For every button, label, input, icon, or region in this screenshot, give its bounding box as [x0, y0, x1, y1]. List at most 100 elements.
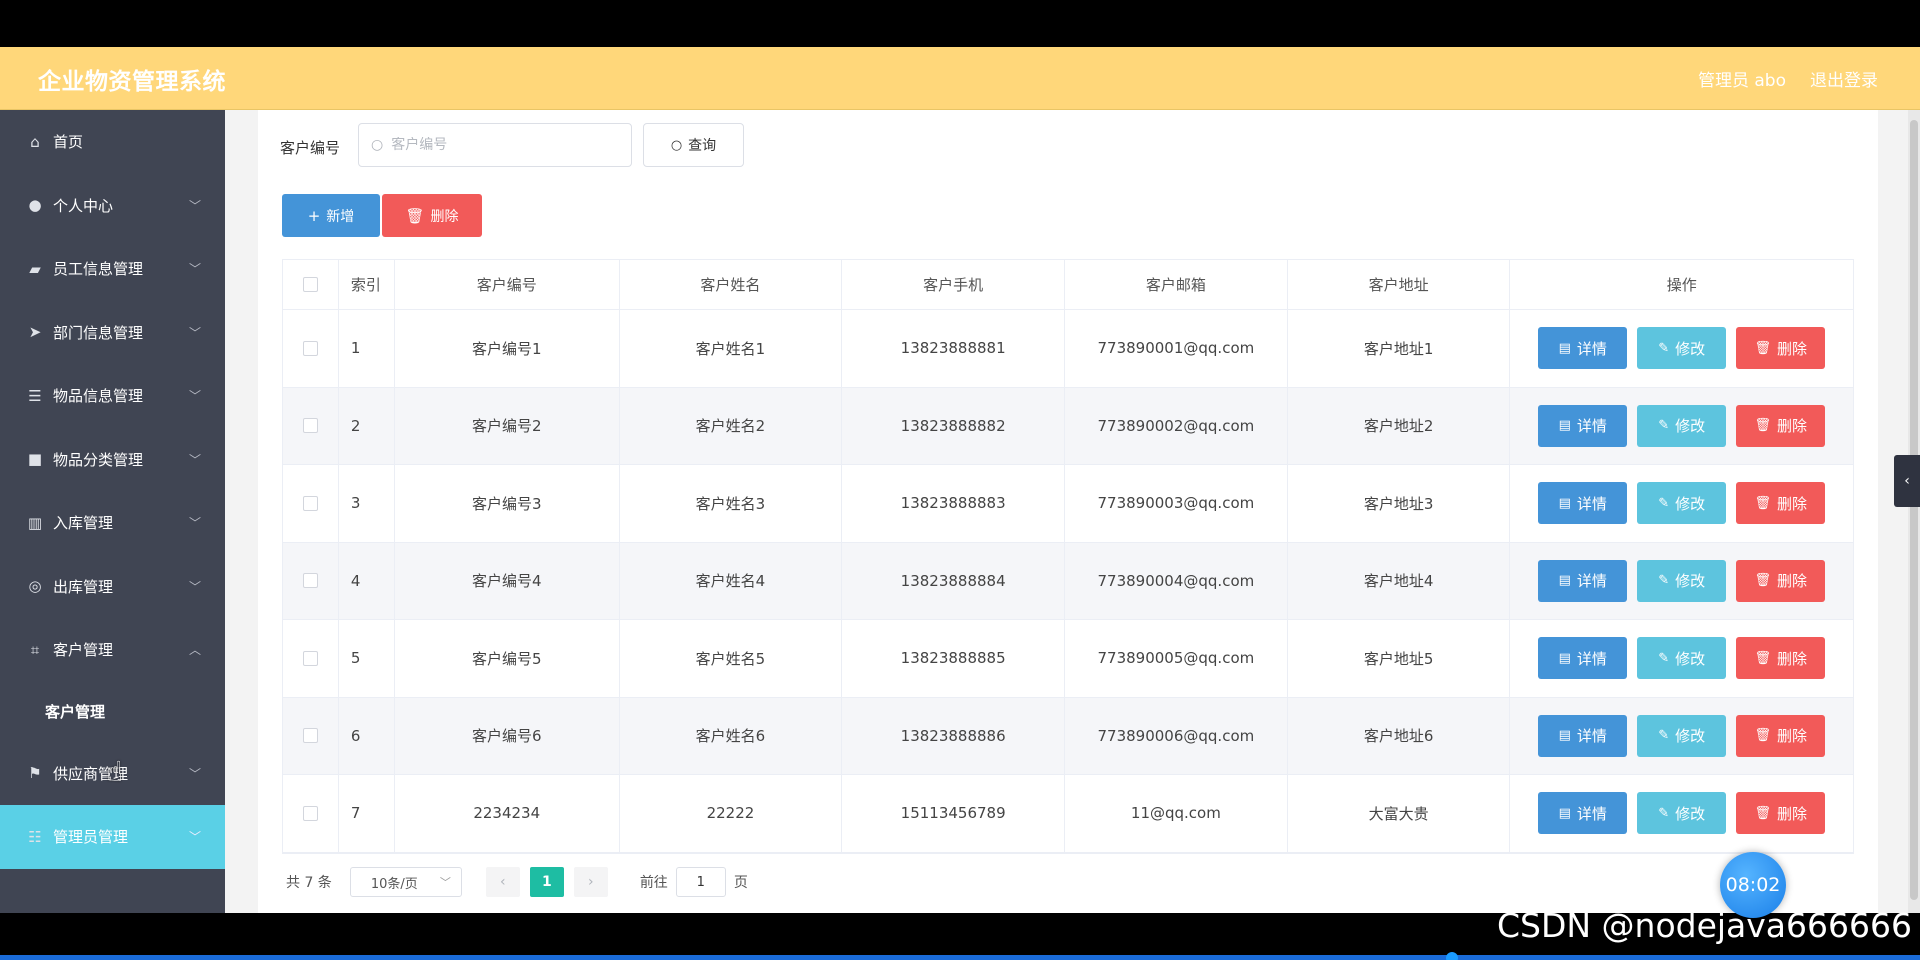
row-checkbox[interactable]: [302, 573, 318, 589]
delete-row-button-label: 删除: [1776, 339, 1807, 358]
sidebar-item-department[interactable]: ➤ 部门信息管理 ﹀: [0, 301, 225, 365]
sidebar-item-stock-in[interactable]: ▥ 入库管理 ﹀: [0, 491, 225, 555]
header-select-all[interactable]: [283, 260, 339, 309]
delete-row-button[interactable]: 🗑 删除: [1736, 327, 1826, 370]
next-page-button[interactable]: ›: [573, 867, 608, 897]
cell-customer-phone: 15113456789: [842, 775, 1066, 852]
main-content: 客户编号 ○ ○ 查询 + 新增 🗑 删除 索引 客户编号: [258, 110, 1878, 913]
edit-button[interactable]: ✎ 修改: [1637, 482, 1727, 525]
page-size-select[interactable]: 10条/页 ﹀: [349, 867, 462, 897]
scrollbar-thumb[interactable]: [1910, 120, 1918, 900]
table-row: 6 客户编号6 客户姓名6 13823888886 773890006@qq.com 客户…: [283, 697, 1853, 775]
goto-page-input[interactable]: [675, 867, 726, 897]
cell-customer-phone: 13823888883: [842, 465, 1066, 542]
sidebar-item-label: 出库管理: [53, 577, 114, 596]
submenu-item-customer[interactable]: 客户管理: [0, 682, 225, 742]
progress-knob[interactable]: [1446, 952, 1458, 960]
detail-button[interactable]: ▤ 详情: [1538, 404, 1628, 447]
page-number-button[interactable]: 1: [529, 867, 564, 897]
detail-button[interactable]: ▤ 详情: [1538, 792, 1628, 835]
detail-button[interactable]: ▤ 详情: [1538, 559, 1628, 602]
search-icon: ○: [670, 137, 683, 153]
column-header: 索引: [339, 260, 395, 309]
edit-button[interactable]: ✎ 修改: [1637, 714, 1727, 757]
edit-button[interactable]: ✎ 修改: [1637, 637, 1727, 680]
row-checkbox[interactable]: [302, 340, 318, 356]
detail-button[interactable]: ▤ 详情: [1538, 482, 1628, 525]
row-select-cell[interactable]: [283, 620, 339, 697]
trash-icon: 🗑: [1754, 495, 1771, 511]
sidebar-item-stock-out[interactable]: ◎ 出库管理 ﹀: [0, 555, 225, 619]
detail-button-label: 详情: [1576, 804, 1607, 823]
row-checkbox[interactable]: [302, 805, 318, 821]
cell-index: 4: [339, 542, 395, 619]
current-user-label[interactable]: 管理员 abo: [1698, 66, 1786, 91]
sidebar-item-goods-info[interactable]: ☰ 物品信息管理 ﹀: [0, 364, 225, 428]
edit-button-label: 修改: [1675, 649, 1706, 668]
sidebar-item-customer[interactable]: ⌗ 客户管理 ︿: [0, 618, 225, 682]
cell-customer-name: 客户姓名3: [620, 465, 843, 542]
trash-icon: 🗑: [405, 206, 425, 225]
chevron-down-icon: ﹀: [439, 876, 451, 889]
row-select-cell[interactable]: [283, 542, 339, 619]
prev-page-button[interactable]: ‹: [485, 867, 520, 897]
detail-button[interactable]: ▤ 详情: [1538, 637, 1628, 680]
logout-link[interactable]: 退出登录: [1810, 66, 1878, 91]
detail-button[interactable]: ▤ 详情: [1538, 327, 1628, 370]
cell-customer-phone: 13823888886: [842, 697, 1066, 774]
column-header: 客户编号: [395, 260, 620, 309]
delete-row-button[interactable]: 🗑 删除: [1736, 714, 1826, 757]
edit-button[interactable]: ✎ 修改: [1637, 404, 1727, 447]
row-select-cell[interactable]: [283, 387, 339, 464]
delete-row-button[interactable]: 🗑 删除: [1736, 637, 1826, 680]
trash-icon: 🗑: [1754, 805, 1771, 821]
cell-customer-email: 773890006@qq.com: [1065, 697, 1288, 774]
edit-button-label: 修改: [1675, 417, 1706, 436]
delete-row-button-label: 删除: [1776, 417, 1807, 436]
compass-icon: ◎: [28, 577, 42, 596]
sidebar-item-supplier[interactable]: ⚑ 供应商管理 ﹀: [0, 742, 225, 806]
row-checkbox[interactable]: [302, 418, 318, 434]
search-box[interactable]: ○: [358, 123, 632, 167]
detail-button[interactable]: ▤ 详情: [1538, 714, 1628, 757]
table-row: 2 客户编号2 客户姓名2 13823888882 773890002@qq.com 客户…: [283, 387, 1853, 465]
delete-row-button[interactable]: 🗑 删除: [1736, 482, 1826, 525]
delete-row-button[interactable]: 🗑 删除: [1736, 404, 1826, 447]
sidebar-item-label: 入库管理: [53, 514, 114, 533]
vertical-scrollbar[interactable]: [1908, 110, 1920, 913]
sidebar-item-goods-category[interactable]: ■ 物品分类管理 ﹀: [0, 428, 225, 492]
sidebar-item-employee[interactable]: ▰ 员工信息管理 ﹀: [0, 237, 225, 301]
plus-icon: +: [307, 206, 321, 225]
row-checkbox[interactable]: [302, 650, 318, 666]
trash-icon: 🗑: [1754, 340, 1771, 356]
cell-customer-number: 客户编号5: [395, 620, 620, 697]
cell-customer-email: 773890002@qq.com: [1065, 387, 1288, 464]
detail-button-label: 详情: [1576, 649, 1607, 668]
sidebar-item-home[interactable]: ⌂ 首页: [0, 110, 225, 174]
edit-button[interactable]: ✎ 修改: [1637, 559, 1727, 602]
edit-button[interactable]: ✎ 修改: [1637, 792, 1727, 835]
row-select-cell[interactable]: [283, 775, 339, 852]
add-button[interactable]: + 新增: [282, 194, 380, 237]
delete-row-button[interactable]: 🗑 删除: [1736, 559, 1826, 602]
batch-delete-button[interactable]: 🗑 删除: [382, 194, 482, 237]
sidebar-item-personal-center[interactable]: ● 个人中心 ﹀: [0, 174, 225, 238]
customer-number-input[interactable]: [391, 137, 622, 153]
delete-row-button[interactable]: 🗑 删除: [1736, 792, 1826, 835]
edit-button[interactable]: ✎ 修改: [1637, 327, 1727, 370]
row-checkbox[interactable]: [302, 495, 318, 511]
cell-customer-number: 2234234: [395, 775, 620, 852]
select-all-checkbox[interactable]: [302, 277, 318, 292]
query-button[interactable]: ○ 查询: [643, 123, 744, 167]
video-progress-bar[interactable]: [0, 952, 1920, 960]
collapse-panel-button[interactable]: ‹: [1894, 455, 1920, 507]
cell-index: 1: [339, 310, 395, 387]
row-select-cell[interactable]: [283, 697, 339, 774]
sidebar-item-admin[interactable]: ☷ 管理员管理 ﹀: [0, 805, 225, 869]
row-select-cell[interactable]: [283, 310, 339, 387]
row-checkbox[interactable]: [302, 728, 318, 744]
column-header: 客户邮箱: [1065, 260, 1288, 309]
cell-customer-address: 客户地址4: [1288, 542, 1511, 619]
search-icon: ○: [371, 137, 384, 153]
row-select-cell[interactable]: [283, 465, 339, 542]
